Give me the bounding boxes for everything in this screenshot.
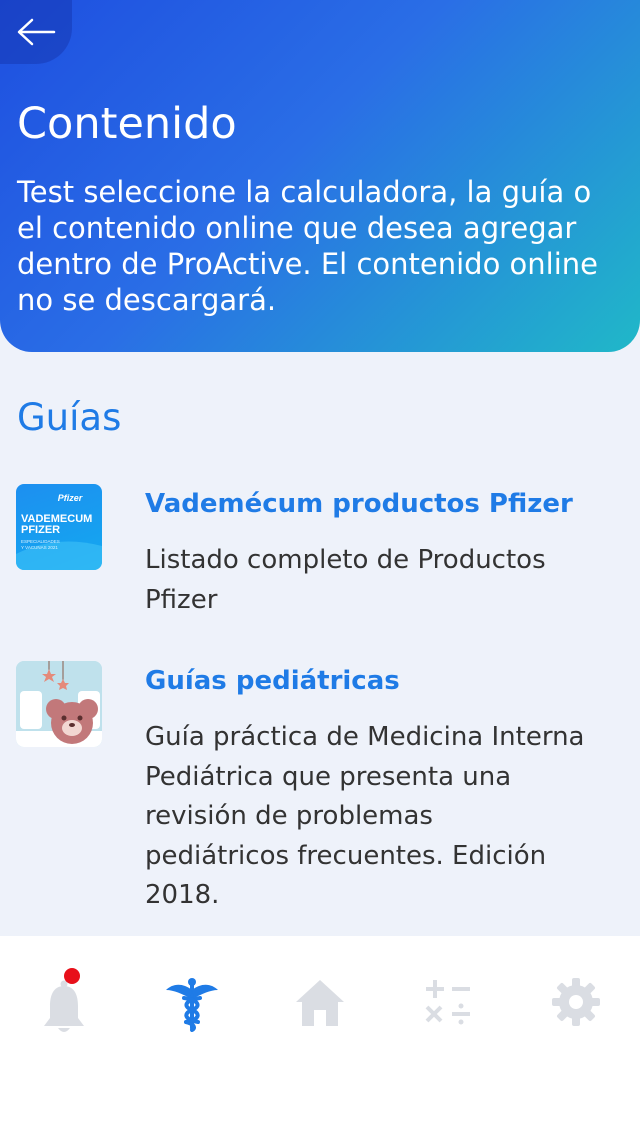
teddy-bear-thumbnail [16,661,102,747]
list-item-guias-pediatricas[interactable]: Guías pediátricas Guía práctica de Medic… [0,661,640,921]
thumb-line3: ESPECIALIDADES [21,539,60,544]
caduceus-icon [166,978,218,1032]
section-title: Guías [17,396,122,439]
tab-settings[interactable] [512,976,640,1076]
tab-content[interactable] [128,976,256,1076]
item-description: Guía práctica de Medicina Interna Pediát… [145,722,585,910]
page-title: Contenido [17,99,237,149]
tab-notifications[interactable] [0,968,128,1076]
notification-badge [64,968,80,984]
thumb-line4: Y VACUNAS 2021 [21,545,58,550]
tab-calculator[interactable] [384,976,512,1076]
bell-icon [44,980,84,1032]
thumb-line2: PFIZER [21,524,60,536]
tab-home[interactable] [256,976,384,1076]
item-title: Vademécum productos Pfizer [145,489,573,519]
vademecum-thumbnail: Pfizer VADEMECUM PFIZER ESPECIALIDADES Y… [16,484,102,570]
gear-icon [552,978,600,1026]
home-icon [296,980,344,1026]
item-title: Guías pediátricas [145,666,400,696]
teddy-bear-icon [16,661,102,747]
back-button[interactable] [0,0,72,64]
list-item-vademecum[interactable]: Pfizer VADEMECUM PFIZER ESPECIALIDADES Y… [0,484,640,615]
header: Contenido Test seleccione la calculadora… [0,0,640,352]
page-description: Test seleccione la calculadora, la guía … [17,175,599,317]
bottom-tab-bar [0,936,640,1136]
pfizer-logo-text: Pfizer [58,493,83,503]
arrow-left-icon [17,18,56,46]
item-description: Listado completo de Productos Pfizer [145,545,546,615]
calculator-icon [425,980,470,1025]
